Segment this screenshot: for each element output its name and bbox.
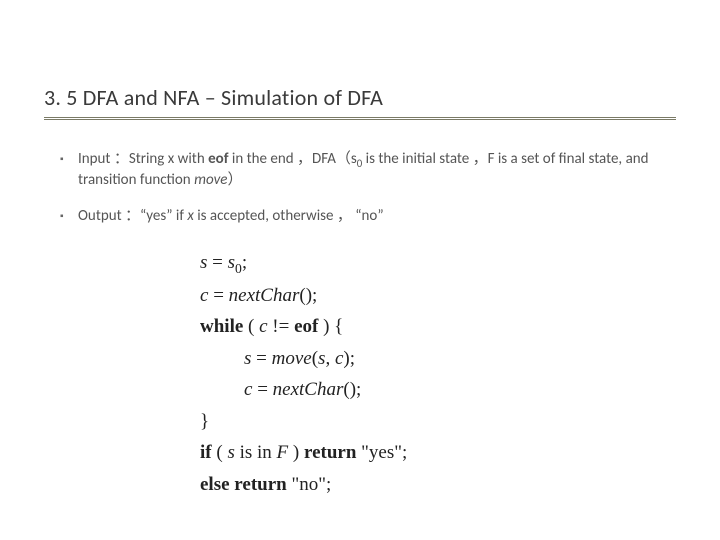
paren: (); (343, 379, 361, 400)
paren-open: ( (212, 442, 228, 463)
text: Output ：“yes” if (78, 207, 187, 225)
code-line-2: c = nextChar(); (200, 279, 550, 310)
eof-word: eof (208, 150, 228, 168)
title-block: 3. 5 DFA and NFA – Simulation of DFA (44, 84, 676, 120)
lit-yes: "yes"; (356, 442, 407, 463)
paren-close: ) { (318, 316, 343, 337)
op-eq: = (251, 348, 271, 369)
kw-return: return (230, 474, 287, 495)
text-isin: is in (235, 442, 277, 463)
pseudocode-block: s = s0; c = nextChar(); while ( c != eof… (190, 240, 560, 505)
fn-nextchar: nextChar (229, 285, 300, 306)
text: in the end ，DFA（s (228, 150, 356, 168)
text: is accepted, otherwise ， “no” (194, 207, 384, 225)
move-word: move (194, 171, 227, 189)
var-c: c (259, 316, 267, 337)
op-eq: = (252, 379, 272, 400)
code-line-1: s = s0; (200, 246, 550, 279)
text: ） (227, 171, 242, 189)
var-s: s (227, 442, 234, 463)
title-underline (44, 117, 676, 120)
kw-eof: eof (294, 316, 318, 337)
semi: ; (242, 252, 247, 273)
op-eq: = (208, 285, 228, 306)
code-line-3: while ( c != eof ) { (200, 310, 550, 341)
kw-if: if (200, 442, 212, 463)
code-line-8: else return "no"; (200, 468, 550, 499)
kw-while: while (200, 316, 243, 337)
fn-move: move (272, 348, 312, 369)
var-F: F (277, 442, 289, 463)
var-s0: s (228, 252, 235, 273)
bullet-output: Output ：“yes” if x is accepted, otherwis… (60, 207, 660, 227)
paren: (); (299, 285, 317, 306)
op-eq: = (207, 252, 227, 273)
op-neq: != (268, 316, 295, 337)
slide-title: 3. 5 DFA and NFA – Simulation of DFA (44, 84, 676, 111)
paren-close: ) (288, 442, 304, 463)
sub-0: 0 (235, 261, 242, 276)
kw-return: return (304, 442, 356, 463)
code-line-7: if ( s is in F ) return "yes"; (200, 436, 550, 467)
kw-else: else (200, 474, 230, 495)
fn-nextchar: nextChar (273, 379, 344, 400)
slide: 3. 5 DFA and NFA – Simulation of DFA Inp… (0, 0, 720, 540)
text: Input ：String x with (78, 150, 208, 168)
bullet-input: Input ：String x with eof in the end ，DFA… (60, 150, 660, 191)
paren-close: ); (343, 348, 355, 369)
brace-close: } (200, 411, 209, 432)
code-line-6: } (200, 405, 550, 436)
code-line-5: c = nextChar(); (200, 373, 550, 404)
lit-no: "no"; (287, 474, 332, 495)
code-line-4: s = move(s, c); (200, 342, 550, 373)
comma: , (325, 348, 335, 369)
body-list: Input ：String x with eof in the end ，DFA… (60, 150, 660, 242)
paren-open: ( (243, 316, 259, 337)
